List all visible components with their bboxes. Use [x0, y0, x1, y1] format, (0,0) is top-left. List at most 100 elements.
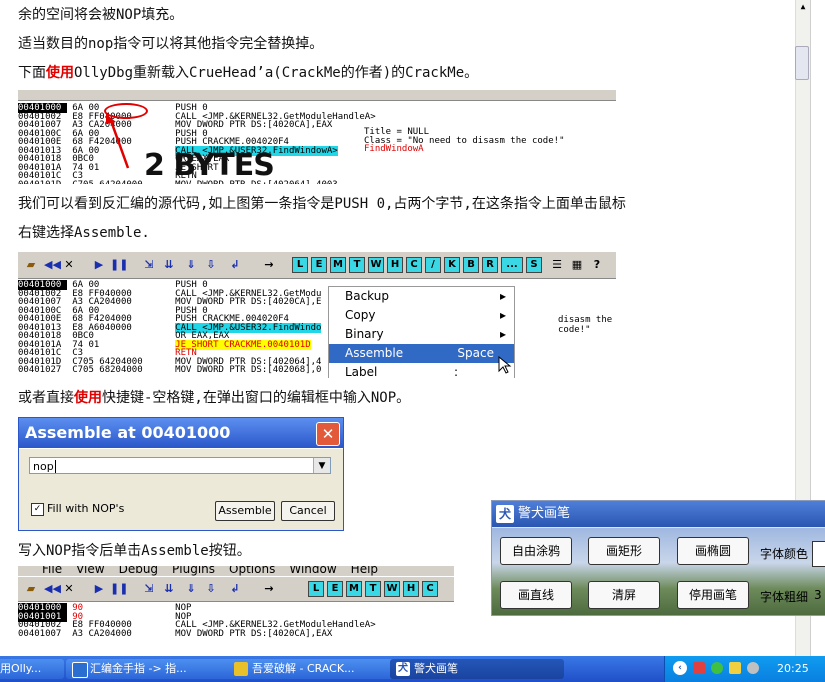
- taskbar-item-ollydbg[interactable]: 用Olly...: [0, 659, 64, 679]
- window-button-h[interactable]: H: [387, 257, 403, 273]
- window-button-l[interactable]: L: [308, 581, 324, 597]
- run-icon[interactable]: ▶: [92, 582, 106, 596]
- chevron-left-icon[interactable]: ‹: [673, 661, 687, 675]
- window-button-slash[interactable]: /: [425, 257, 441, 273]
- ollydbg-screenshot-3: File View Debug Plugins Options Window Help ▰ …: [18, 566, 454, 656]
- chevron-up-icon[interactable]: ▲: [797, 0, 809, 14]
- clock[interactable]: 20:25: [777, 662, 809, 675]
- menu-file[interactable]: File: [42, 566, 62, 576]
- article-line-7: 写入NOP指令后单击Assemble按钮。: [18, 543, 251, 559]
- goto-icon[interactable]: →: [262, 582, 276, 596]
- menu-window[interactable]: Window: [289, 566, 336, 576]
- disasm-listing-3: 00401000 90 NOP 00401001 90 NOP 00401002 E…: [18, 603, 454, 638]
- tray-icon[interactable]: [693, 662, 705, 674]
- window-button-t[interactable]: T: [349, 257, 365, 273]
- scrollbar-thumb[interactable]: [795, 46, 809, 80]
- ellipse-button[interactable]: 画椭圆: [677, 537, 749, 565]
- disasm-row[interactable]: 00401007 A3 CA204000 MOV DWORD PTR DS:[4…: [18, 629, 454, 638]
- window-button-r[interactable]: R: [482, 257, 498, 273]
- menu-debug[interactable]: Debug: [119, 566, 158, 576]
- font-weight-value[interactable]: 3: [814, 588, 822, 602]
- goto-icon[interactable]: →: [262, 258, 276, 272]
- menubar-items: File View Debug Plugins Options Window Help: [42, 566, 392, 576]
- assemble-button[interactable]: Assemble: [215, 501, 275, 521]
- menu-help[interactable]: Help: [351, 566, 378, 576]
- security-icon[interactable]: [729, 662, 741, 674]
- mouse-cursor-icon: [498, 356, 512, 374]
- run-icon[interactable]: ▶: [92, 258, 106, 272]
- disable-pen-button[interactable]: 停用画笔: [677, 581, 749, 609]
- window-button-s[interactable]: S: [526, 257, 542, 273]
- menu-item-label[interactable]: Label:: [329, 363, 514, 378]
- fill-nops-checkbox[interactable]: ✓: [31, 503, 44, 516]
- menubar-3: File View Debug Plugins Options Window Help: [18, 566, 454, 576]
- window-button-k[interactable]: K: [444, 257, 460, 273]
- assemble-input[interactable]: nop ▼: [29, 457, 331, 474]
- clear-screen-button[interactable]: 清屏: [588, 581, 660, 609]
- pause-icon[interactable]: ❚❚: [110, 258, 128, 272]
- menu-item-label-label: Label: [345, 365, 378, 378]
- toolbar-strip-1: [18, 90, 616, 101]
- trace-over-icon[interactable]: ⇩: [204, 258, 218, 272]
- menu-view[interactable]: View: [76, 566, 104, 576]
- article-line-6-post: 快捷键-空格键,在弹出窗口的编辑框中输入NOP。: [102, 390, 411, 406]
- step-into-icon[interactable]: ⇲: [142, 582, 156, 596]
- rectangle-button[interactable]: 画矩形: [588, 537, 660, 565]
- window-button-w[interactable]: W: [384, 581, 400, 597]
- restart-icon[interactable]: ◀◀: [44, 258, 61, 272]
- restart-icon[interactable]: ◀◀: [44, 582, 61, 596]
- open-icon[interactable]: ▰: [24, 582, 38, 596]
- line-button[interactable]: 画直线: [500, 581, 572, 609]
- window-button-e[interactable]: E: [327, 581, 343, 597]
- menu-options[interactable]: Options: [229, 566, 275, 576]
- network-icon[interactable]: [711, 662, 723, 674]
- pause-icon[interactable]: ❚❚: [110, 582, 128, 596]
- chevron-right-icon: ▸: [499, 327, 506, 341]
- annotation-2-bytes: 2 BYTES: [144, 148, 275, 183]
- close-icon[interactable]: ✕: [62, 582, 76, 596]
- close-icon[interactable]: ✕: [316, 422, 340, 446]
- step-into-icon[interactable]: ⇲: [142, 258, 156, 272]
- freehand-button[interactable]: 自由涂鸦: [500, 537, 572, 565]
- window-button-m[interactable]: M: [330, 257, 346, 273]
- help-icon[interactable]: ?: [590, 258, 604, 272]
- step-over-icon[interactable]: ⇊: [162, 258, 176, 272]
- volume-icon[interactable]: [747, 662, 759, 674]
- trace-over-icon[interactable]: ⇩: [204, 582, 218, 596]
- taskbar-item-jingquan[interactable]: 犬警犬画笔: [390, 659, 564, 679]
- menu-plugins[interactable]: Plugins: [172, 566, 215, 576]
- cancel-button[interactable]: Cancel: [281, 501, 335, 521]
- menu-item-binary-label: Binary: [345, 327, 384, 341]
- window-button-m[interactable]: M: [346, 581, 362, 597]
- taskbar-item-jingquan-label: 警犬画笔: [414, 662, 458, 675]
- window-button-t[interactable]: T: [365, 581, 381, 597]
- menu-item-copy[interactable]: Copy ▸: [329, 306, 514, 325]
- open-icon[interactable]: ▰: [24, 258, 38, 272]
- chevron-down-icon[interactable]: ▼: [313, 458, 330, 473]
- taskbar-item-asm-guide[interactable]: 汇编金手指 -> 指...: [66, 659, 244, 679]
- window-button-more[interactable]: ...: [501, 257, 523, 273]
- disasm-row[interactable]: 0040101D C705 64204000 MOV DWORD PTR DS:…: [18, 180, 616, 184]
- execute-till-return-icon[interactable]: ↲: [228, 582, 242, 596]
- step-over-icon[interactable]: ⇊: [162, 582, 176, 596]
- window-button-l[interactable]: L: [292, 257, 308, 273]
- grid-icon[interactable]: ▦: [570, 258, 584, 272]
- taskbar-item-52pojie[interactable]: 吾爱破解 - CRACK...: [228, 659, 408, 679]
- close-icon[interactable]: ✕: [62, 258, 76, 272]
- window-button-e[interactable]: E: [311, 257, 327, 273]
- window-button-c[interactable]: C: [406, 257, 422, 273]
- ollydbg-toolbar-2: ▰ ◀◀ ✕ ▶ ❚❚ ⇲ ⇊ ⇓ ⇩ ↲ → L E M T W H C / K B R... S …: [18, 252, 616, 279]
- disasm-row[interactable]: 00401027 C705 68204000 MOV DWORD PTR DS:…: [18, 366, 616, 375]
- font-color-swatch[interactable]: [812, 541, 825, 567]
- execute-till-return-icon[interactable]: ↲: [228, 258, 242, 272]
- menu-item-assemble[interactable]: Assemble Space: [329, 344, 514, 363]
- menu-item-binary[interactable]: Binary ▸: [329, 325, 514, 344]
- window-button-c[interactable]: C: [422, 581, 438, 597]
- window-button-w[interactable]: W: [368, 257, 384, 273]
- trace-into-icon[interactable]: ⇓: [184, 258, 198, 272]
- window-button-h[interactable]: H: [403, 581, 419, 597]
- window-button-b[interactable]: B: [463, 257, 479, 273]
- menu-item-backup[interactable]: Backup ▸: [329, 287, 514, 306]
- list-icon[interactable]: ☰: [550, 258, 564, 272]
- trace-into-icon[interactable]: ⇓: [184, 582, 198, 596]
